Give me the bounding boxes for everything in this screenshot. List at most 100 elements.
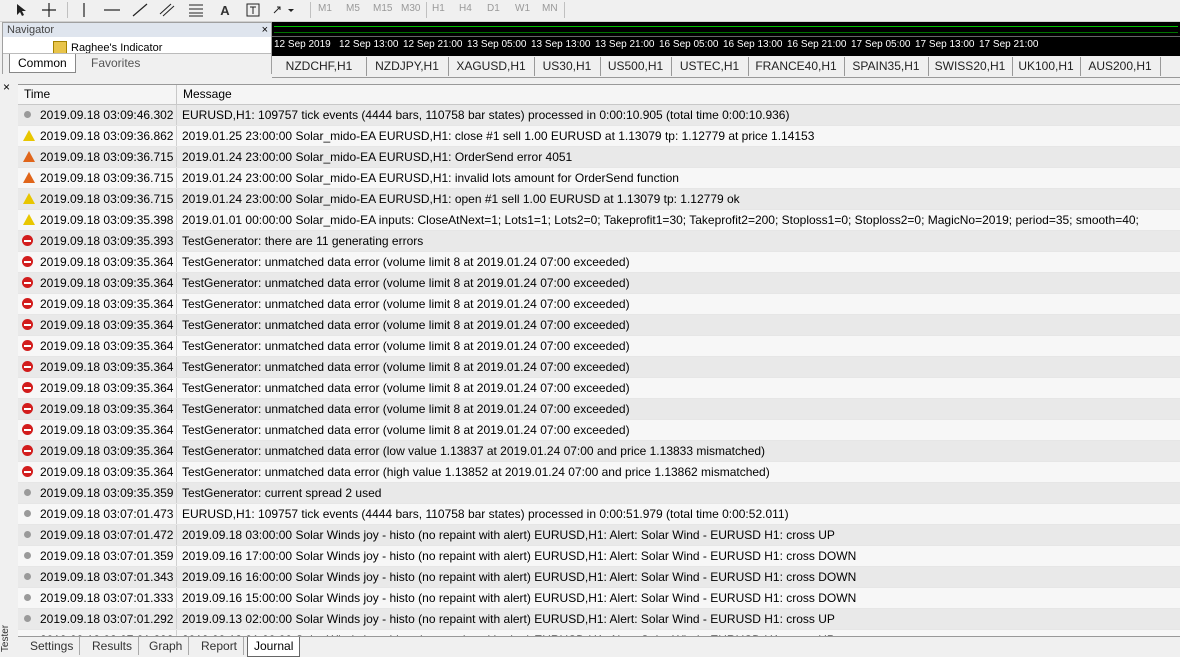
journal-row[interactable]: 2019.09.18 03:07:01.292 2019.09.13 02:00:… — [18, 609, 1180, 630]
crosshair-icon[interactable] — [40, 1, 58, 19]
column-header-message[interactable]: Message — [177, 85, 1173, 104]
column-divider — [176, 420, 177, 440]
text-label-icon[interactable] — [244, 1, 262, 19]
journal-row[interactable]: 2019.09.18 03:09:35.364 TestGenerator: un… — [18, 441, 1180, 462]
tester-close-icon[interactable]: × — [3, 80, 10, 94]
journal-row[interactable]: 2019.09.18 03:09:35.364 TestGenerator: un… — [18, 378, 1180, 399]
column-divider — [176, 546, 177, 566]
chart-area[interactable]: 12 Sep 2019 12 Sep 13:00 12 Sep 21:00 13… — [272, 22, 1180, 56]
horizontal-line-icon[interactable] — [102, 1, 122, 19]
column-divider — [176, 294, 177, 314]
journal-row[interactable]: 2019.09.18 03:07:01.333 2019.09.16 15:00:… — [18, 588, 1180, 609]
tester-tabs: Settings Results Graph Report Journal — [18, 636, 1180, 657]
row-time: 2019.09.18 03:09:35.364 — [40, 402, 174, 416]
tf-h1[interactable]: H1 — [432, 3, 445, 14]
tf-m5[interactable]: M5 — [346, 3, 360, 14]
error-icon — [22, 340, 33, 351]
journal-header: Time Message — [18, 85, 1180, 105]
trendline-icon[interactable] — [130, 1, 150, 19]
column-divider — [176, 609, 177, 629]
journal-row[interactable]: 2019.09.18 03:09:36.862 2019.01.25 23:00:… — [18, 126, 1180, 147]
navigator-close-icon[interactable]: × — [262, 23, 268, 37]
row-message: TestGenerator: unmatched data error (hig… — [182, 465, 770, 479]
journal-row[interactable]: 2019.09.18 03:09:35.364 TestGenerator: un… — [18, 336, 1180, 357]
tab-nzdchf[interactable]: NZDCHF,H1 — [272, 57, 367, 76]
error-icon — [22, 235, 33, 246]
journal-row[interactable]: 2019.09.18 03:09:35.359 TestGenerator: cu… — [18, 483, 1180, 504]
tab-report[interactable]: Report — [195, 637, 245, 655]
tab-results[interactable]: Results — [86, 637, 140, 655]
tab-swiss20[interactable]: SWISS20,H1 — [928, 57, 1013, 76]
tab-ustec[interactable]: USTEC,H1 — [671, 57, 749, 76]
journal-row[interactable]: 2019.09.18 03:09:36.715 2019.01.24 23:00:… — [18, 168, 1180, 189]
journal-row[interactable]: 2019.09.18 03:09:36.715 2019.01.24 23:00:… — [18, 189, 1180, 210]
tf-w1[interactable]: W1 — [515, 3, 530, 14]
tab-common[interactable]: Common — [9, 54, 76, 73]
tab-spain35[interactable]: SPAIN35,H1 — [844, 57, 929, 76]
info-icon — [24, 552, 31, 559]
warning-icon — [23, 193, 35, 204]
journal-row[interactable]: 2019.09.18 03:09:35.364 TestGenerator: un… — [18, 399, 1180, 420]
journal-row[interactable]: 2019.09.18 03:07:01.473 EURUSD,H1: 109757… — [18, 504, 1180, 525]
navigator-title: Navigator — [3, 23, 271, 37]
navigator-item-label: Raghee's Indicator — [71, 41, 163, 54]
error-icon — [22, 466, 33, 477]
row-message: 2019.09.16 17:00:00 Solar Winds joy - hi… — [182, 549, 857, 563]
tab-us30[interactable]: US30,H1 — [534, 57, 601, 76]
journal-row[interactable]: 2019.09.18 03:09:35.364 TestGenerator: un… — [18, 462, 1180, 483]
tab-journal[interactable]: Journal — [247, 637, 301, 657]
tab-nzdjpy[interactable]: NZDJPY,H1 — [366, 57, 449, 76]
tab-us500[interactable]: US500,H1 — [600, 57, 672, 76]
journal-row[interactable]: 2019.09.18 03:07:01.472 2019.09.18 03:00:… — [18, 525, 1180, 546]
cursor-icon[interactable] — [14, 1, 30, 19]
journal-row[interactable]: 2019.09.18 03:09:35.393 TestGenerator: th… — [18, 231, 1180, 252]
time-tick: 13 Sep 21:00 — [595, 39, 655, 50]
journal-row[interactable]: 2019.09.18 03:09:36.715 2019.01.24 23:00:… — [18, 147, 1180, 168]
row-time: 2019.09.18 03:07:01.472 — [40, 528, 174, 542]
column-header-time[interactable]: Time — [18, 85, 177, 104]
journal-row[interactable]: 2019.09.18 03:09:35.364 TestGenerator: un… — [18, 357, 1180, 378]
navigator-panel: Navigator × Raghee's Indicator Common Fa… — [2, 22, 272, 74]
row-message: 2019.01.24 23:00:00 Solar_mido-EA EURUSD… — [182, 171, 679, 185]
tab-favorites[interactable]: Favorites — [83, 54, 148, 72]
tf-m15[interactable]: M15 — [373, 3, 392, 14]
tf-m30[interactable]: M30 — [401, 3, 420, 14]
time-tick: 12 Sep 21:00 — [403, 39, 463, 50]
tf-d1[interactable]: D1 — [487, 3, 500, 14]
tf-h4[interactable]: H4 — [459, 3, 472, 14]
tf-mn[interactable]: MN — [542, 3, 558, 14]
tab-aus200[interactable]: AUS200,H1 — [1080, 57, 1161, 76]
vertical-line-icon[interactable] — [76, 1, 92, 19]
journal-row[interactable]: 2019.09.18 03:09:35.398 2019.01.01 00:00:… — [18, 210, 1180, 231]
journal-row[interactable]: 2019.09.18 03:09:35.364 TestGenerator: un… — [18, 273, 1180, 294]
tab-uk100[interactable]: UK100,H1 — [1012, 57, 1081, 76]
row-time: 2019.09.18 03:07:01.473 — [40, 507, 174, 521]
tab-settings[interactable]: Settings — [24, 637, 81, 655]
journal-row[interactable]: 2019.09.18 03:07:01.359 2019.09.16 17:00:… — [18, 546, 1180, 567]
fibonacci-icon[interactable] — [186, 1, 206, 19]
journal-row[interactable]: 2019.09.18 03:09:35.364 TestGenerator: un… — [18, 420, 1180, 441]
journal-row[interactable]: 2019.09.18 03:09:35.364 TestGenerator: un… — [18, 315, 1180, 336]
column-divider — [176, 336, 177, 356]
text-tool-icon[interactable]: A — [216, 1, 234, 19]
tf-m1[interactable]: M1 — [318, 3, 332, 14]
journal-row[interactable]: 2019.09.18 03:09:46.302 EURUSD,H1: 109757… — [18, 105, 1180, 126]
time-tick: 13 Sep 13:00 — [531, 39, 591, 50]
journal-row[interactable]: 2019.09.18 03:07:01.343 2019.09.16 16:00:… — [18, 567, 1180, 588]
equidistant-channel-icon[interactable] — [157, 1, 177, 19]
tab-xagusd[interactable]: XAGUSD,H1 — [448, 57, 535, 76]
row-message: 2019.01.25 23:00:00 Solar_mido-EA EURUSD… — [182, 129, 815, 143]
time-axis: 12 Sep 2019 12 Sep 13:00 12 Sep 21:00 13… — [272, 36, 1180, 56]
journal-row[interactable]: 2019.09.18 03:09:35.364 TestGenerator: un… — [18, 294, 1180, 315]
tab-graph[interactable]: Graph — [143, 637, 190, 655]
arrows-dropdown-icon[interactable] — [270, 1, 298, 19]
journal-row[interactable]: 2019.09.18 03:09:35.364 TestGenerator: un… — [18, 252, 1180, 273]
row-time: 2019.09.18 03:09:35.364 — [40, 276, 174, 290]
row-time: 2019.09.18 03:07:01.333 — [40, 591, 174, 605]
column-divider — [176, 126, 177, 146]
row-message: TestGenerator: unmatched data error (vol… — [182, 402, 630, 416]
info-icon — [24, 615, 31, 622]
tab-france40[interactable]: FRANCE40,H1 — [748, 57, 845, 76]
time-tick: 13 Sep 05:00 — [467, 39, 527, 50]
column-divider — [176, 231, 177, 251]
